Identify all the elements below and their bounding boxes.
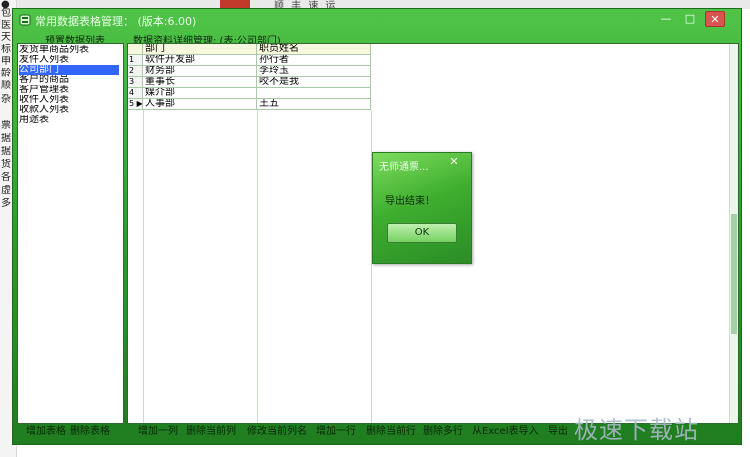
list-item[interactable]: 收件人列表 bbox=[19, 95, 119, 105]
row-number: 4 bbox=[128, 88, 143, 99]
dialog-message: 导出结束！ bbox=[385, 196, 435, 207]
add-column-button[interactable]: 增加一列 bbox=[138, 425, 178, 439]
row-number: 2 bbox=[128, 66, 143, 77]
delete-column-button[interactable]: 删除当前列 bbox=[186, 425, 236, 439]
export-done-dialog: 无师通票... ✕ 导出结束！ OK bbox=[372, 152, 472, 264]
row-number: 3 bbox=[128, 77, 143, 88]
list-item[interactable]: 发货单商品列表 bbox=[19, 45, 119, 55]
watermark-text: 极速下载站 bbox=[574, 416, 699, 444]
row-number-header bbox=[128, 44, 143, 55]
grid-cell[interactable]: 王五 bbox=[257, 99, 371, 110]
grid-cell[interactable]: 财务部 bbox=[143, 66, 257, 77]
grid-cell[interactable]: 李玲玉 bbox=[257, 66, 371, 77]
grid-cell[interactable]: 董事长 bbox=[143, 77, 257, 88]
list-item[interactable]: 发件人列表 bbox=[19, 55, 119, 65]
grid-column-line bbox=[257, 110, 258, 423]
preset-table-list[interactable]: 发货单商品列表 发件人列表 公司部门 客户的商品 客户管理表 收件人列表 收款人… bbox=[17, 43, 124, 424]
dialog-title: 无师通票... bbox=[379, 162, 429, 173]
window-title: 常用数据表格管理： (版本:6.00) bbox=[35, 15, 197, 28]
list-item[interactable]: 收款人列表 bbox=[19, 105, 119, 115]
import-excel-button[interactable]: 从Excel表导入 bbox=[472, 425, 539, 439]
minimize-button[interactable]: — bbox=[656, 11, 676, 27]
list-item-selected[interactable]: 公司部门 bbox=[19, 65, 119, 75]
row-number: 1 bbox=[128, 55, 143, 66]
dialog-close-icon[interactable]: ✕ bbox=[447, 155, 461, 169]
grid-cell[interactable]: 媒介部 bbox=[143, 88, 257, 99]
ok-button[interactable]: OK bbox=[387, 223, 457, 243]
export-button[interactable]: 导出 bbox=[548, 425, 568, 439]
grid-column-line bbox=[143, 110, 144, 423]
column-header[interactable]: 部门 bbox=[143, 44, 257, 55]
list-item[interactable]: 客户管理表 bbox=[19, 85, 119, 95]
delete-multiple-rows-button[interactable]: 删除多行 bbox=[423, 425, 463, 439]
grid-cell[interactable]: 软件开发部 bbox=[143, 55, 257, 66]
grid-cell[interactable]: 孙行者 bbox=[257, 55, 371, 66]
title-bar[interactable]: 常用数据表格管理： (版本:6.00) — □ ✕ bbox=[13, 9, 741, 31]
app-icon bbox=[19, 14, 31, 26]
list-item[interactable]: 客户的商品 bbox=[19, 75, 119, 85]
row-number: 5 ▶ bbox=[128, 99, 143, 110]
rename-column-button[interactable]: 修改当前列名 bbox=[247, 425, 307, 439]
delete-table-button[interactable]: 删除表格 bbox=[70, 425, 110, 439]
list-item[interactable]: 用途表 bbox=[19, 115, 119, 125]
scrollbar-thumb[interactable] bbox=[731, 214, 737, 334]
column-header[interactable]: 职员姓名 bbox=[257, 44, 371, 55]
grid-cell[interactable] bbox=[257, 88, 371, 99]
add-table-button[interactable]: 增加表格 bbox=[26, 425, 66, 439]
delete-row-button[interactable]: 删除当前行 bbox=[366, 425, 416, 439]
maximize-button[interactable]: □ bbox=[680, 11, 700, 27]
close-button[interactable]: ✕ bbox=[705, 11, 725, 27]
grid-cell[interactable]: 咬不是我 bbox=[257, 77, 371, 88]
grid-cell[interactable]: 人事部 bbox=[143, 99, 257, 110]
add-row-button[interactable]: 增加一行 bbox=[316, 425, 356, 439]
vertical-scrollbar[interactable] bbox=[729, 44, 738, 423]
